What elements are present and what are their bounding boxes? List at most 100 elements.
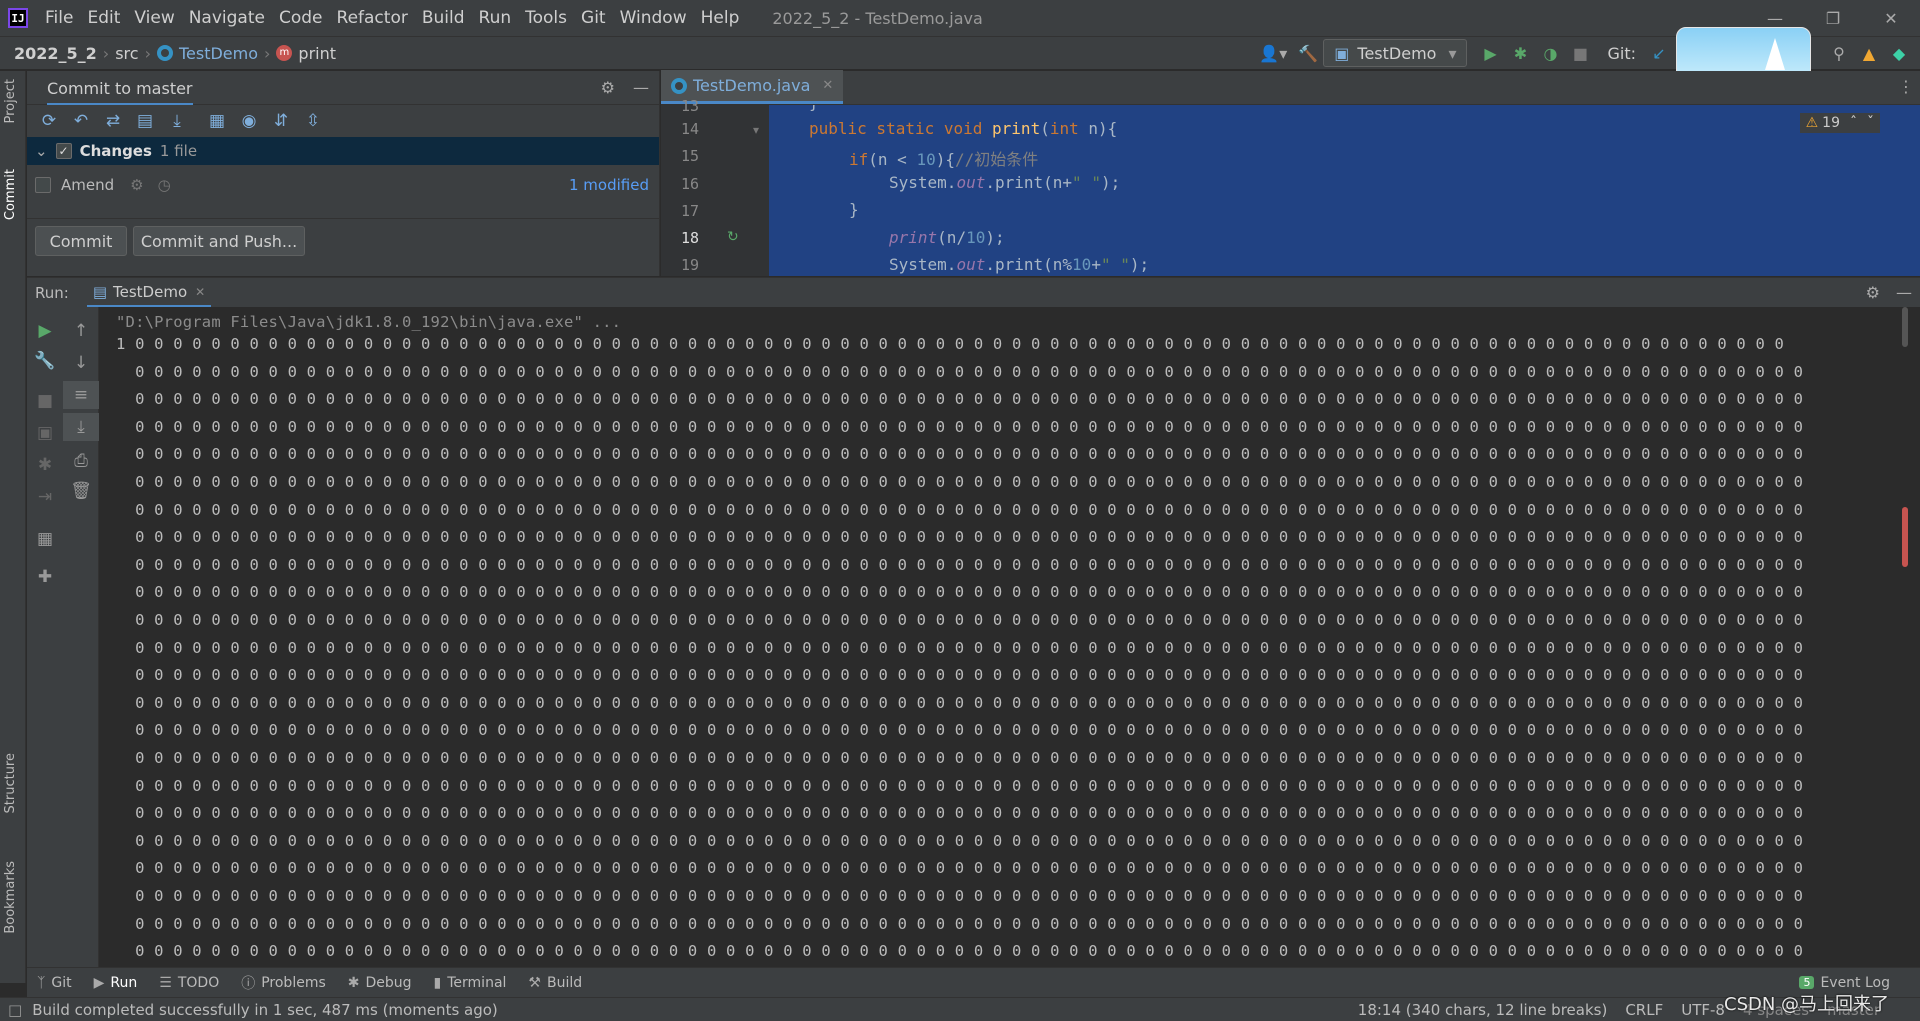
tool-tab-problems[interactable]: ⓘ Problems: [241, 973, 326, 993]
gear-icon[interactable]: ⚙: [1866, 283, 1880, 302]
commit-button[interactable]: Commit: [35, 226, 127, 256]
update-icon[interactable]: ▲: [1854, 39, 1884, 67]
tool-tab-commit[interactable]: Commit: [3, 169, 18, 220]
restore-icon[interactable]: ❐: [1804, 0, 1862, 36]
menu-view[interactable]: View: [127, 0, 181, 36]
intellij-logo-icon[interactable]: IJ: [8, 8, 28, 28]
commit-panel-title[interactable]: Commit to master: [47, 73, 193, 105]
tool-tab-bookmarks[interactable]: Bookmarks: [3, 861, 18, 934]
gear-icon[interactable]: ⚙: [601, 78, 615, 97]
tool-tab-structure[interactable]: Structure: [3, 753, 18, 813]
changes-node[interactable]: ⌄ ✓ Changes 1 file: [27, 137, 659, 165]
menu-help[interactable]: Help: [694, 0, 747, 36]
user-icon[interactable]: 👤▾: [1253, 39, 1293, 67]
code-area[interactable]: } public static void print(int n){ if(n …: [769, 105, 1920, 276]
modified-count-link[interactable]: 1 modified: [569, 176, 649, 194]
tool-tab-project[interactable]: Project: [3, 79, 18, 123]
print-icon[interactable]: ⎙: [63, 447, 99, 475]
tool-tab-run[interactable]: ▶ Run: [94, 975, 138, 991]
commit-message-field[interactable]: [27, 205, 659, 219]
debug-icon[interactable]: ✱: [1505, 39, 1535, 67]
scroll-to-end-icon[interactable]: ⤓: [63, 413, 99, 441]
file-encoding[interactable]: UTF-8: [1681, 1001, 1725, 1019]
fold-icon[interactable]: ▾: [753, 123, 759, 137]
line-separator[interactable]: CRLF: [1625, 1001, 1663, 1019]
amend-label[interactable]: Amend: [61, 176, 114, 194]
pin-icon[interactable]: ✚: [27, 563, 63, 591]
breadcrumb-method-label: print: [298, 43, 337, 63]
menu-code[interactable]: Code: [272, 0, 330, 36]
wrench-icon[interactable]: 🔧: [27, 347, 63, 375]
stop-icon[interactable]: ■: [27, 387, 63, 415]
warnings-indicator[interactable]: ⚠ 19 ˆ ˇ: [1799, 113, 1880, 133]
menu-run[interactable]: Run: [472, 0, 519, 36]
group-by-icon[interactable]: ▦: [201, 107, 233, 135]
recursion-icon[interactable]: ↻: [727, 229, 739, 245]
more-icon[interactable]: ⋮: [1898, 77, 1914, 96]
expand-all-icon[interactable]: ⇵: [265, 107, 297, 135]
shelve-icon[interactable]: ⤓: [161, 107, 193, 135]
tool-tab-git[interactable]: ᛉ Git: [37, 975, 72, 991]
tool-tab-terminal[interactable]: ▮ Terminal: [434, 975, 507, 991]
console-output[interactable]: "D:\Program Files\Java\jdk1.8.0_192\bin\…: [100, 307, 1910, 967]
amend-checkbox[interactable]: [35, 177, 51, 193]
menu-git[interactable]: Git: [574, 0, 613, 36]
eye-icon[interactable]: ◉: [233, 107, 265, 135]
scrollbar-thumb[interactable]: [1902, 307, 1908, 347]
camera-icon[interactable]: ▣: [27, 419, 63, 447]
chevron-down-icon[interactable]: ˇ: [1867, 115, 1874, 131]
rerun-icon[interactable]: ▶: [27, 317, 63, 345]
status-message[interactable]: Build completed successfully in 1 sec, 4…: [32, 1001, 498, 1019]
soft-wrap-icon[interactable]: ≡: [63, 381, 99, 409]
exit-icon[interactable]: ⇥: [27, 483, 63, 511]
trash-icon[interactable]: 🗑: [63, 477, 99, 505]
close-icon[interactable]: ✕: [1862, 0, 1920, 36]
menu-tools[interactable]: Tools: [518, 0, 574, 36]
status-toggle-icon[interactable]: □: [8, 1001, 22, 1019]
menu-navigate[interactable]: Navigate: [182, 0, 272, 36]
breadcrumb-class[interactable]: TestDemo: [156, 44, 258, 63]
tool-tab-debug[interactable]: ✱ Debug: [348, 975, 412, 991]
changelist-icon[interactable]: ▤: [129, 107, 161, 135]
run-configuration-select[interactable]: ▣ TestDemo ▾: [1323, 39, 1468, 67]
refresh-icon[interactable]: ⟳: [33, 107, 65, 135]
tool-tab-build[interactable]: ⚒ Build: [528, 975, 582, 991]
debug-bug-icon[interactable]: ✱: [27, 451, 63, 479]
git-update-icon[interactable]: ↙: [1644, 39, 1674, 67]
commit-and-push-button[interactable]: Commit and Push...: [133, 226, 305, 256]
stop-icon[interactable]: ■: [1565, 39, 1595, 67]
rollback-icon[interactable]: ↶: [65, 107, 97, 135]
gear-icon[interactable]: ⚙: [130, 176, 143, 194]
collapse-all-icon[interactable]: ⇳: [297, 107, 329, 135]
console-scrollbar[interactable]: [1900, 307, 1910, 967]
search-icon[interactable]: ⚲: [1824, 39, 1854, 67]
breadcrumb-project[interactable]: 2022_5_2: [14, 44, 97, 63]
layout-icon[interactable]: ▦: [27, 525, 63, 553]
menu-file[interactable]: File: [38, 0, 80, 36]
close-tab-icon[interactable]: ✕: [822, 78, 833, 93]
arrow-down-icon[interactable]: ↓: [63, 349, 99, 377]
breadcrumb-method[interactable]: m print: [276, 44, 336, 63]
menu-build[interactable]: Build: [415, 0, 472, 36]
caret-position[interactable]: 18:14 (340 chars, 12 line breaks): [1358, 1001, 1608, 1019]
chevron-up-icon[interactable]: ˆ: [1850, 115, 1857, 131]
run-icon[interactable]: ▶: [1475, 39, 1505, 67]
tool-tab-todo[interactable]: ☰ TODO: [159, 975, 219, 991]
arrow-up-icon[interactable]: ↑: [63, 317, 99, 345]
close-tab-icon[interactable]: ✕: [195, 285, 205, 299]
run-tab[interactable]: ▤ TestDemo ✕: [86, 278, 212, 307]
plugin-icon[interactable]: ◆: [1884, 39, 1914, 67]
diff-icon[interactable]: ⇄: [97, 107, 129, 135]
event-log-tab[interactable]: 5 Event Log: [1799, 975, 1890, 991]
chevron-down-icon[interactable]: ⌄: [35, 142, 48, 160]
menu-window[interactable]: Window: [613, 0, 694, 36]
menu-edit[interactable]: Edit: [80, 0, 127, 36]
hide-panel-icon[interactable]: —: [633, 78, 649, 97]
coverage-icon[interactable]: ◑: [1535, 39, 1565, 67]
build-hammer-icon[interactable]: 🔨: [1293, 39, 1323, 67]
menu-refactor[interactable]: Refactor: [330, 0, 415, 36]
changes-checkbox[interactable]: ✓: [55, 143, 72, 159]
hide-panel-icon[interactable]: —: [1896, 283, 1912, 302]
breadcrumb-src[interactable]: src: [115, 44, 138, 63]
clock-icon[interactable]: ◷: [158, 176, 171, 194]
